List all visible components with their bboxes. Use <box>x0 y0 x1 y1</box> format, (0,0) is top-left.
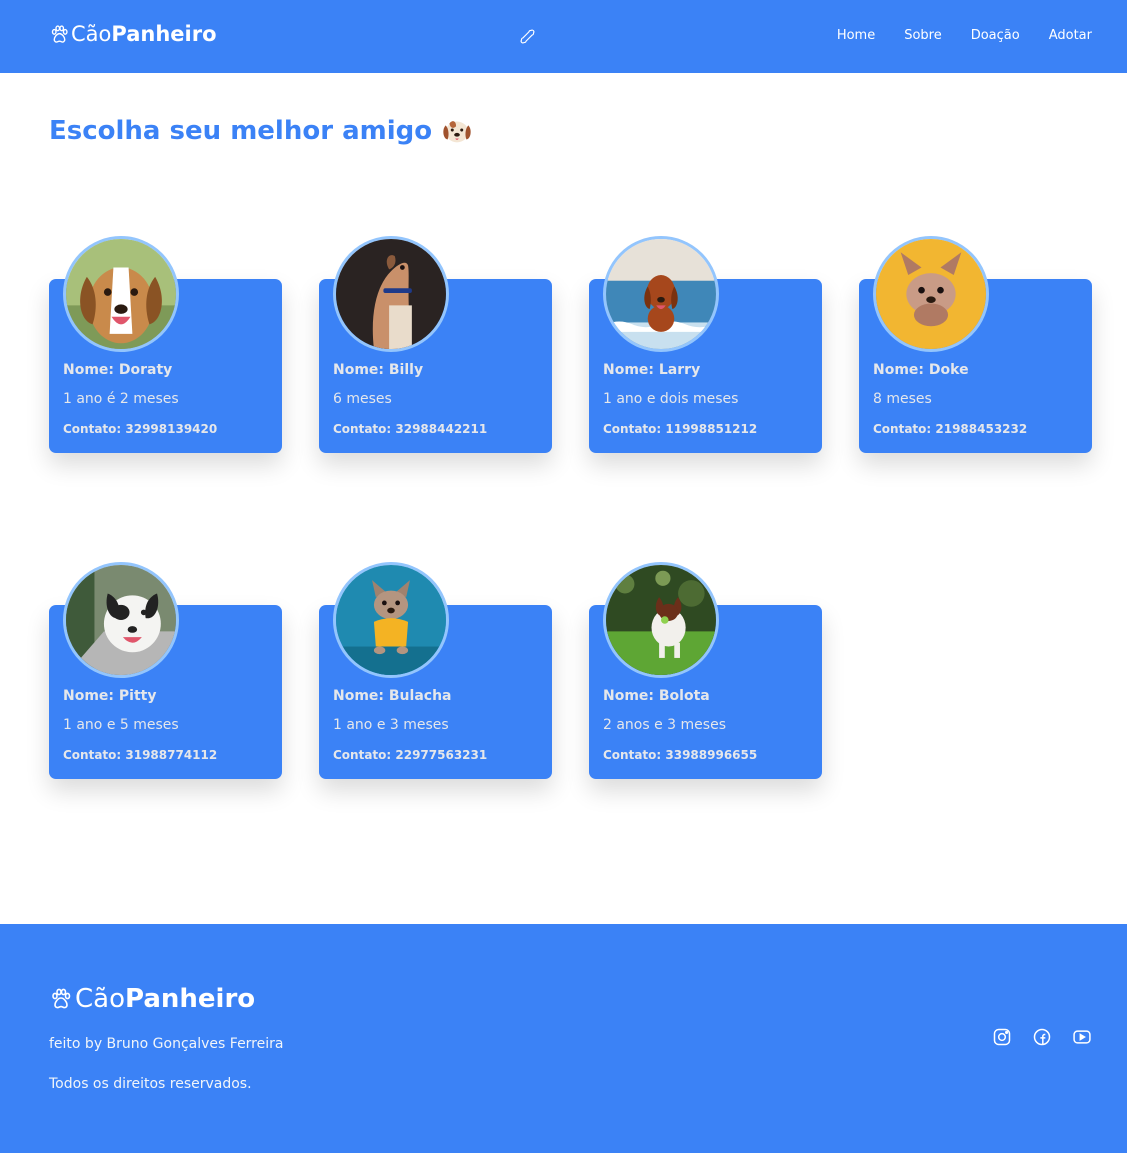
social-links <box>992 1027 1092 1047</box>
dog-photo <box>333 236 449 352</box>
dog-contact: Contato: 21988453232 <box>873 422 1028 436</box>
logo-text-light: Cão <box>71 22 112 46</box>
dog-age: 2 anos e 3 meses <box>603 717 726 733</box>
nav-doacao[interactable]: Doação <box>971 28 1020 43</box>
dog-contact: Contato: 33988996655 <box>603 748 758 762</box>
dog-card-bulacha[interactable]: Nome: Bulacha 1 ano e 3 meses Contato: 2… <box>319 562 552 779</box>
dog-name: Nome: Pitty <box>63 688 157 704</box>
footer-rights: Todos os direitos reservados. <box>49 1076 252 1092</box>
dog-name: Nome: Larry <box>603 362 701 378</box>
footer-logo[interactable]: Cão Panheiro <box>49 984 255 1014</box>
dog-age: 1 ano é 2 meses <box>63 391 179 407</box>
footer: Cão Panheiro feito by Bruno Gonçalves Fer… <box>0 924 1127 1153</box>
footer-logo-text-light: Cão <box>75 984 125 1014</box>
youtube-icon[interactable] <box>1072 1027 1092 1047</box>
dog-age: 6 meses <box>333 391 392 407</box>
dog-name: Nome: Bulacha <box>333 688 452 704</box>
nav-home[interactable]: Home <box>837 28 875 43</box>
dog-card-pitty[interactable]: Nome: Pitty 1 ano e 5 meses Contato: 319… <box>49 562 282 779</box>
dog-card-doraty[interactable]: Nome: Doraty 1 ano é 2 meses Contato: 32… <box>49 236 282 453</box>
bone-icon <box>520 29 535 44</box>
page-title-text: Escolha seu melhor amigo <box>49 116 433 146</box>
dog-contact: Contato: 32998139420 <box>63 422 218 436</box>
paw-icon <box>52 988 71 1009</box>
dog-card-billy[interactable]: Nome: Billy 6 meses Contato: 32988442211 <box>319 236 552 453</box>
dog-photo <box>333 562 449 678</box>
dog-contact: Contato: 11998851212 <box>603 422 758 436</box>
nav-adotar[interactable]: Adotar <box>1049 28 1092 43</box>
dog-contact: Contato: 32988442211 <box>333 422 488 436</box>
facebook-icon[interactable] <box>1032 1027 1052 1047</box>
top-nav-bar: Cão Panheiro Home Sobre Doação Adotar <box>0 0 1127 73</box>
dog-name: Nome: Doraty <box>63 362 173 378</box>
main-nav: Home Sobre Doação Adotar <box>837 28 1092 43</box>
dog-photo <box>63 562 179 678</box>
dog-card-bolota[interactable]: Nome: Bolota 2 anos e 3 meses Contato: 3… <box>589 562 822 779</box>
footer-logo-text-bold: Panheiro <box>125 984 256 1014</box>
dog-face-icon <box>443 121 471 143</box>
dog-name: Nome: Billy <box>333 362 424 378</box>
dog-card-doke[interactable]: Nome: Doke 8 meses Contato: 21988453232 <box>859 236 1092 453</box>
dog-age: 1 ano e dois meses <box>603 391 739 407</box>
dog-card-larry[interactable]: Nome: Larry 1 ano e dois meses Contato: … <box>589 236 822 453</box>
dog-age: 8 meses <box>873 391 932 407</box>
footer-credit: feito by Bruno Gonçalves Ferreira <box>49 1036 284 1052</box>
dog-photo <box>873 236 989 352</box>
dog-contact: Contato: 31988774112 <box>63 748 218 762</box>
instagram-icon[interactable] <box>992 1027 1012 1047</box>
dog-name: Nome: Bolota <box>603 688 710 704</box>
nav-sobre[interactable]: Sobre <box>904 28 942 43</box>
dog-photo <box>63 236 179 352</box>
dog-age: 1 ano e 5 meses <box>63 717 179 733</box>
dog-name: Nome: Doke <box>873 362 969 378</box>
dog-age: 1 ano e 3 meses <box>333 717 449 733</box>
paw-icon <box>51 24 68 43</box>
dog-photo <box>603 562 719 678</box>
logo[interactable]: Cão Panheiro <box>49 22 217 46</box>
dog-photo <box>603 236 719 352</box>
page-title: Escolha seu melhor amigo <box>49 114 474 148</box>
dog-contact: Contato: 22977563231 <box>333 748 488 762</box>
logo-text-bold: Panheiro <box>111 22 217 46</box>
